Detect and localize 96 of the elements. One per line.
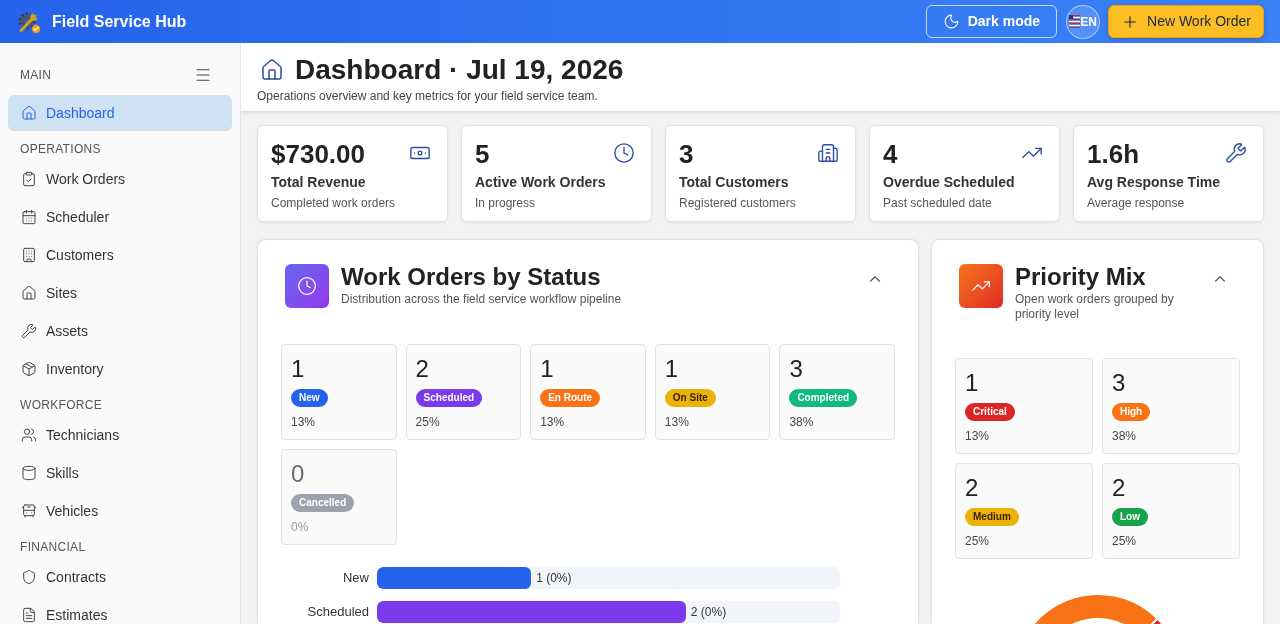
status-count: 1: [664, 355, 679, 383]
sidebar-item[interactable]: Contracts: [8, 559, 232, 595]
new-work-order-button[interactable]: New Work Order: [1108, 5, 1264, 38]
users-icon: [21, 427, 37, 443]
house-icon: [21, 105, 37, 121]
status-badge: Completed: [789, 389, 858, 407]
stat-value: 5: [475, 138, 490, 170]
panel-subtitle: Open work orders grouped by priority level: [1015, 292, 1175, 322]
sidebar-item[interactable]: Estimates: [8, 597, 232, 624]
bus-icon: [21, 503, 37, 519]
clock-icon: [613, 142, 635, 164]
priority-percent: 13%: [965, 428, 990, 444]
status-count: 3: [789, 355, 803, 383]
stat-label: Total Customers: [679, 173, 789, 192]
stat-value: 4: [883, 138, 898, 170]
status-badge: Scheduled: [415, 389, 483, 407]
shield-icon: [21, 569, 37, 585]
document-icon: [21, 607, 37, 623]
section-label: OPERATIONS: [20, 141, 101, 157]
priority-percent: 25%: [965, 533, 990, 549]
panel-title: Work Orders by Status: [341, 262, 601, 292]
priority-count: 3: [1112, 369, 1126, 397]
cylinder-icon: [21, 465, 37, 481]
wrench-icon: [1225, 142, 1247, 164]
panel-subtitle: Distribution across the field service workflow pipeline: [341, 292, 622, 307]
status-badge: Cancelled: [291, 494, 355, 512]
panel-title: Priority Mix: [1015, 262, 1146, 292]
building-icon: [21, 247, 37, 263]
priority-badge: Low: [1112, 508, 1148, 526]
sidebar-item[interactable]: Vehicles: [8, 493, 232, 529]
clipboard-check-icon: [21, 171, 37, 187]
stat-value: $730.00: [271, 138, 365, 170]
status-count: 1: [291, 355, 305, 383]
section-label: WORKFORCE: [20, 397, 103, 413]
bar-label: New: [342, 569, 369, 588]
stat-value: 1.6h: [1087, 138, 1140, 170]
priority-count: 2: [1112, 474, 1126, 502]
status-percent: 13%: [540, 414, 565, 430]
stat-label: Active Work Orders: [475, 173, 606, 192]
status-percent: 13%: [664, 414, 689, 430]
sidebar-item[interactable]: Inventory: [8, 351, 232, 387]
status-count: 2: [415, 355, 429, 383]
app-title: Field Service Hub: [52, 11, 187, 32]
sidebar-item[interactable]: Assets: [8, 313, 232, 349]
trend-up-icon: [959, 264, 1003, 308]
status-count: 1: [540, 355, 554, 383]
status-badge: On Site: [664, 389, 716, 407]
calendar-icon: [21, 209, 37, 225]
section-label: FINANCIAL: [20, 539, 86, 555]
house-icon: [260, 58, 284, 82]
sidebar-item[interactable]: Scheduler: [8, 199, 232, 235]
moon-icon: [942, 13, 960, 30]
menu-icon[interactable]: [194, 66, 212, 84]
wrench-icon: [21, 323, 37, 339]
priority-percent: 25%: [1112, 533, 1137, 549]
stat-caption: Completed work orders: [271, 195, 396, 211]
sidebar-item[interactable]: Customers: [8, 237, 232, 273]
sidebar-item[interactable]: Technicians: [8, 417, 232, 453]
bar-value-label: 2 (0%): [690, 604, 727, 621]
status-percent: 0%: [291, 519, 309, 535]
stat-caption: Average response: [1087, 195, 1185, 211]
stat-label: Avg Response Time: [1087, 173, 1221, 192]
sidebar-item[interactable]: Work Orders: [8, 161, 232, 197]
status-percent: 25%: [415, 414, 440, 430]
page-subtitle: Operations overview and key metrics for your field service team.: [257, 88, 599, 104]
stat-label: Total Revenue: [271, 173, 366, 192]
priority-percent: 38%: [1112, 428, 1137, 444]
bar-value-label: 1 (0%): [536, 570, 572, 587]
priority-badge: Critical: [965, 403, 1015, 421]
status-badge: En Route: [540, 389, 601, 407]
stat-caption: Past scheduled date: [883, 195, 992, 211]
status-badge: New: [291, 389, 328, 407]
status-percent: 13%: [291, 414, 316, 430]
status-count: 0: [291, 460, 305, 488]
priority-badge: Medium: [965, 508, 1019, 526]
stat-label: Overdue Scheduled: [883, 173, 1015, 192]
priority-count: 1: [965, 369, 979, 397]
priority-badge: High: [1112, 403, 1151, 421]
page-title: Dashboard · Jul 19, 2026: [295, 53, 624, 87]
flag-icon: [1069, 15, 1081, 28]
stat-caption: In progress: [475, 195, 536, 211]
sidebar-item[interactable]: Skills: [8, 455, 232, 491]
status-percent: 38%: [789, 414, 814, 430]
house-icon: [21, 285, 37, 301]
stat-value: 3: [679, 138, 694, 170]
logo-icon: [17, 9, 41, 34]
sidebar-item[interactable]: Sites: [8, 275, 232, 311]
package-icon: [21, 361, 37, 377]
building-icon: [817, 142, 839, 164]
sidebar-item[interactable]: Dashboard: [8, 95, 232, 131]
priority-count: 2: [965, 474, 979, 502]
clock-icon: [285, 264, 329, 308]
dark-mode-button[interactable]: Dark mode: [925, 5, 1057, 38]
bar-label: Scheduled: [306, 603, 369, 622]
stat-caption: Registered customers: [679, 195, 796, 211]
section-label: MAIN: [20, 67, 52, 83]
